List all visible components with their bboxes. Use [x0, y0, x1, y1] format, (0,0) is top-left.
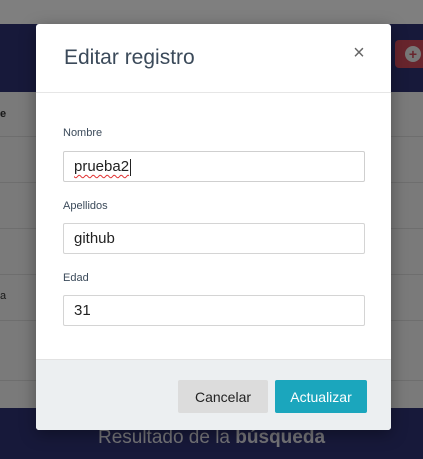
nombre-value: prueba2: [74, 158, 130, 175]
text-cursor: [130, 158, 132, 176]
modal-header: Editar registro ×: [36, 24, 391, 93]
apellidos-label: Apellidos: [63, 200, 108, 212]
update-button[interactable]: Actualizar: [275, 380, 367, 413]
close-icon[interactable]: ×: [349, 42, 369, 64]
edad-field[interactable]: [63, 295, 365, 326]
modal-footer: Cancelar Actualizar: [36, 359, 391, 430]
modal-title: Editar registro: [64, 46, 195, 69]
nombre-field[interactable]: prueba2: [63, 151, 365, 182]
cancel-button[interactable]: Cancelar: [178, 380, 268, 413]
edit-record-modal: Editar registro × Nombre prueba2 Apellid…: [36, 24, 391, 430]
apellidos-field[interactable]: [63, 223, 365, 254]
edad-label: Edad: [63, 272, 89, 284]
nombre-label: Nombre: [63, 127, 103, 139]
